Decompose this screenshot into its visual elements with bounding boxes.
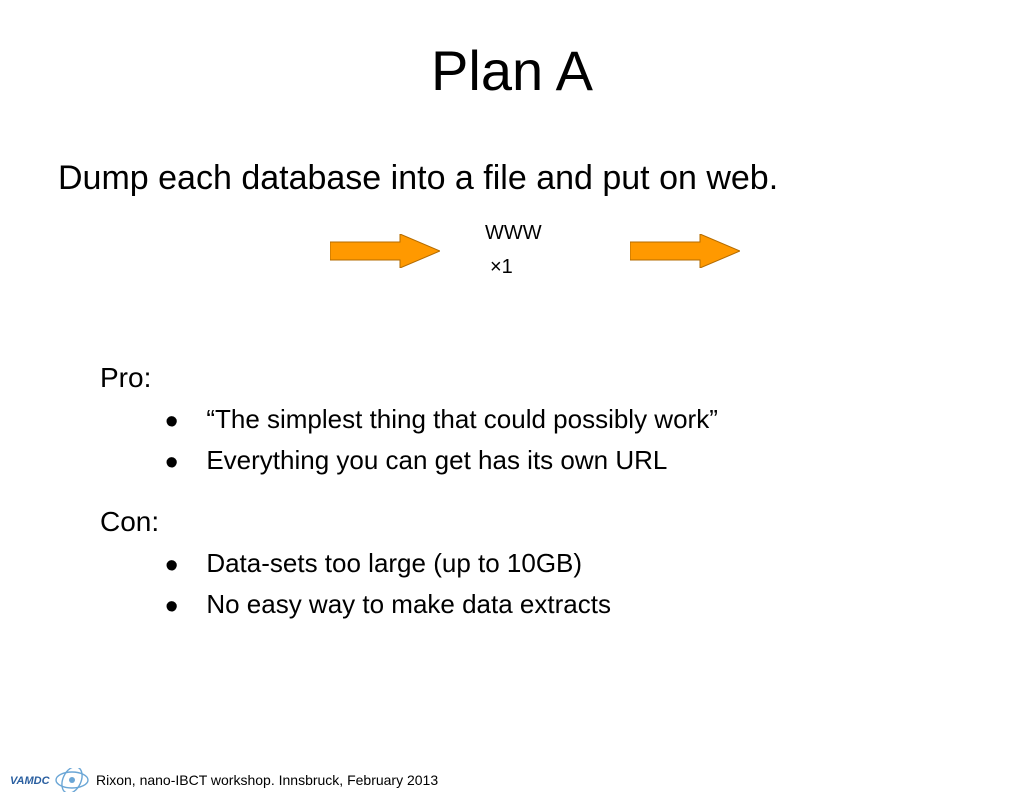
list-item-text: Everything you can get has its own URL [206,445,667,476]
svg-text:VAMDC: VAMDC [10,775,51,787]
con-label: Con: [100,506,1024,538]
bullet-icon: • [165,412,178,432]
list-item: • No easy way to make data extracts [165,589,1024,620]
slide-subtitle: Dump each database into a file and put o… [58,159,1024,198]
bullet-icon: • [165,597,178,617]
list-item: • “The simplest thing that could possibl… [165,404,1024,435]
list-item-text: “The simplest thing that could possibly … [206,404,718,435]
pro-label: Pro: [100,362,1024,394]
arrow-right-icon [630,234,740,273]
list-item-text: No easy way to make data extracts [206,589,611,620]
list-item: • Data-sets too large (up to 10GB) [165,548,1024,579]
diagram: WWW ×1 [0,222,1024,332]
list-item: • Everything you can get has its own URL [165,445,1024,476]
vamdc-logo: VAMDC [10,768,90,792]
list-item-text: Data-sets too large (up to 10GB) [206,548,582,579]
multiplier-label: ×1 [490,256,513,279]
con-list: • Data-sets too large (up to 10GB) • No … [165,548,1024,620]
www-label: WWW [485,222,542,245]
bullet-icon: • [165,556,178,576]
footer-text: Rixon, nano-IBCT workshop. Innsbruck, Fe… [96,772,438,788]
slide: Plan A Dump each database into a file an… [0,38,1024,806]
bullet-icon: • [165,453,178,473]
arrow-right-icon [330,234,440,273]
pro-list: • “The simplest thing that could possibl… [165,404,1024,476]
slide-title: Plan A [0,38,1024,103]
